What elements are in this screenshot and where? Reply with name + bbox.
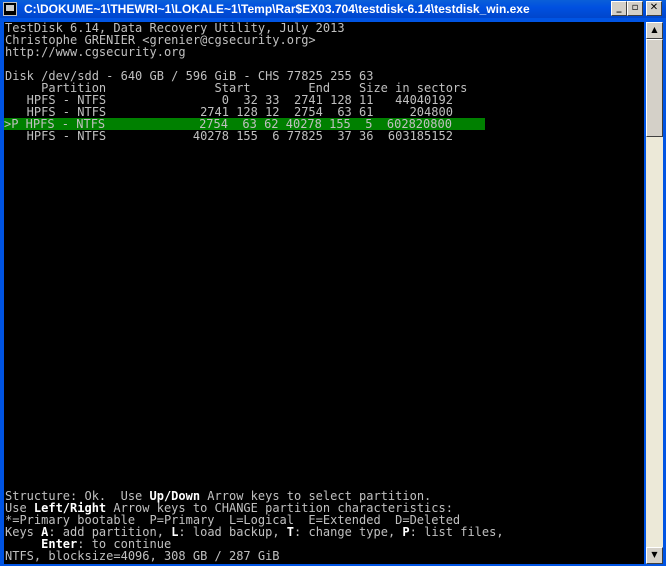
close-button[interactable]: ✕ [646, 1, 662, 16]
title-bar[interactable]: C:\DOKUME~1\THEWRI~1\LOKALE~1\Temp\Rar$E… [0, 0, 666, 18]
vertical-scrollbar[interactable]: ▲ ▼ [646, 22, 663, 564]
key-hint: P [402, 525, 410, 539]
console-window: C:\DOKUME~1\THEWRI~1\LOKALE~1\Temp\Rar$E… [0, 0, 666, 566]
keys-text: : load backup, [178, 525, 287, 539]
filesystem-info-line: NTFS, blocksize=4096, 308 GB / 287 GiB [5, 549, 280, 563]
keys-text: : list files, [409, 525, 504, 539]
partition-row[interactable]: HPFS - NTFS 40278 155 6 77825 37 36 6031… [5, 130, 453, 142]
keys-text: : change type, [294, 525, 403, 539]
console-output[interactable]: TestDisk 6.14, Data Recovery Utility, Ju… [4, 22, 644, 564]
minimize-button[interactable]: _ [611, 1, 627, 16]
window-title: C:\DOKUME~1\THEWRI~1\LOKALE~1\Temp\Rar$E… [24, 2, 530, 16]
key-hint: T [286, 525, 295, 539]
scroll-up-button[interactable]: ▲ [646, 22, 663, 39]
header-line: http://www.cgsecurity.org [5, 45, 186, 59]
scroll-thumb[interactable] [646, 39, 663, 137]
maximize-button[interactable]: ▫ [627, 1, 643, 16]
scroll-down-button[interactable]: ▼ [646, 547, 663, 564]
console-app-icon[interactable] [3, 2, 17, 16]
